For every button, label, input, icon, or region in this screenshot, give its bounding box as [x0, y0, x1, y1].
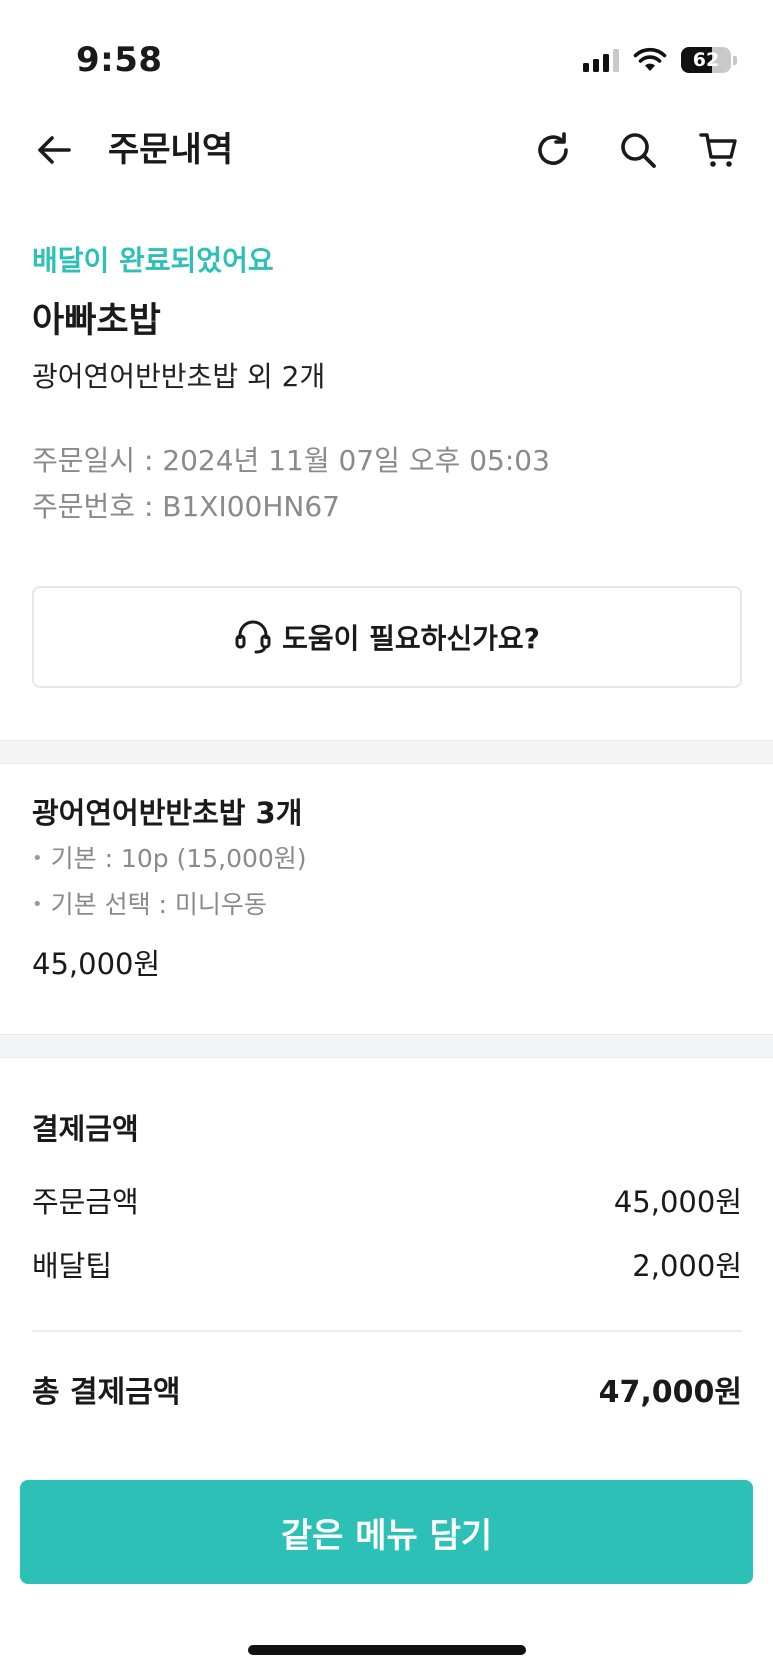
status-bar: 9:58 62	[0, 0, 773, 120]
menu-item: 광어연어반반초밥 3개 • 기본 : 10p (15,000원) • 기본 선택…	[32, 790, 742, 986]
order-date: 주문일시 : 2024년 11월 07일 오후 05:03	[32, 444, 550, 477]
menu-option-text: 기본 선택 : 미니우동	[50, 890, 267, 919]
battery-nub	[733, 55, 737, 65]
headset-icon	[235, 620, 271, 654]
menu-option: • 기본 선택 : 미니우동	[32, 882, 742, 928]
menu-option-text: 기본 : 10p (15,000원)	[50, 844, 307, 873]
cellular-signal-icon	[583, 48, 619, 72]
status-icons: 62	[583, 44, 737, 76]
payment-separator	[32, 1330, 742, 1332]
bullet-icon: •	[32, 894, 43, 915]
order-meta: 주문일시 : 2024년 11월 07일 오후 05:03 주문번호 : B1X…	[32, 438, 742, 530]
refresh-icon	[538, 132, 568, 165]
back-arrow-icon	[38, 136, 71, 164]
store-name: 아빠초밥	[32, 301, 161, 341]
search-icon	[621, 133, 656, 168]
wifi-icon	[633, 47, 667, 71]
back-button[interactable]	[30, 126, 78, 174]
refresh-button[interactable]	[529, 126, 577, 174]
cart-button[interactable]	[695, 126, 743, 174]
payment-title: 결제금액	[32, 1112, 139, 1146]
menu-item-price: 45,000원	[32, 947, 161, 981]
payment-row-label: 배달팁	[32, 1249, 113, 1283]
payment-row-order: 주문금액 45,000원	[32, 1180, 742, 1224]
payment-total-value: 47,000원	[598, 1375, 742, 1410]
menu-option: • 기본 : 10p (15,000원)	[32, 836, 742, 882]
help-button[interactable]: 도움이 필요하신가요?	[32, 586, 742, 688]
payment-total-label: 총 결제금액	[32, 1375, 181, 1410]
payment-total: 총 결제금액 47,000원	[32, 1370, 742, 1416]
search-button[interactable]	[614, 126, 662, 174]
order-number: 주문번호 : B1XI00HN67	[32, 490, 340, 523]
status-time: 9:58	[76, 40, 163, 80]
order-summary: 배달이 완료되었어요 아빠초밥 광어연어반반초밥 외 2개 주문일시 : 202…	[32, 240, 742, 530]
payment-row-label: 주문금액	[32, 1185, 139, 1219]
reorder-label: 같은 메뉴 담기	[280, 1515, 493, 1556]
app-header: 주문내역	[0, 110, 773, 190]
payment-row-delivery-tip: 배달팁 2,000원	[32, 1244, 742, 1288]
menu-item-name: 광어연어반반초밥 3개	[32, 796, 303, 830]
cart-icon	[699, 133, 737, 167]
reorder-button[interactable]: 같은 메뉴 담기	[20, 1480, 753, 1584]
payment-row-value: 45,000원	[613, 1185, 742, 1219]
bullet-icon: •	[32, 848, 43, 869]
battery-level: 62	[692, 49, 720, 71]
payment-section: 결제금액 주문금액 45,000원 배달팁 2,000원 총 결제금액 47,0…	[32, 1106, 742, 1416]
payment-row-value: 2,000원	[632, 1249, 742, 1283]
help-label: 도움이 필요하신가요?	[282, 622, 540, 655]
section-divider	[0, 740, 773, 764]
section-divider	[0, 1034, 773, 1058]
home-indicator[interactable]	[248, 1645, 526, 1655]
battery-icon: 62	[681, 47, 731, 73]
delivery-status: 배달이 완료되었어요	[32, 244, 274, 277]
page-title: 주문내역	[108, 130, 234, 170]
order-items-summary: 광어연어반반초밥 외 2개	[32, 360, 326, 393]
